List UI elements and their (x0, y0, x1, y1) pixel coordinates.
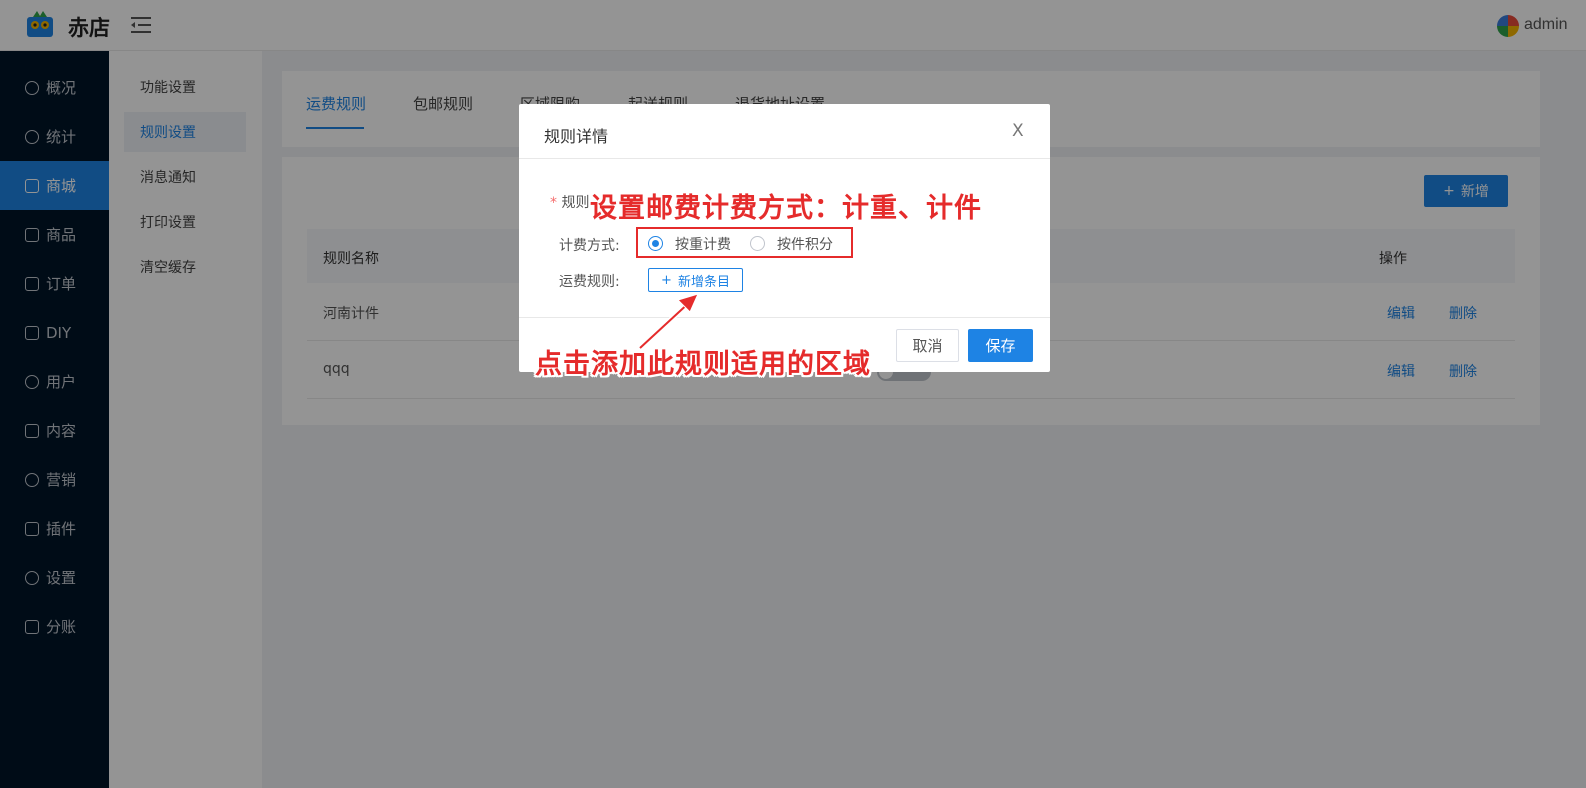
required-mark: * (550, 195, 562, 211)
annotation-billing-text: 设置邮费计费方式：计重、计件 (590, 193, 982, 224)
divider (519, 317, 1050, 318)
add-entry-label: 新增条目 (677, 274, 730, 290)
shipping-rule-label: 运费规则: (559, 274, 620, 290)
rule-name-label: * 规则 (550, 192, 589, 212)
dialog-title: 规则详情 (544, 127, 609, 146)
rule-name-label-text: 规则 (561, 195, 590, 211)
cancel-button[interactable]: 取消 (896, 329, 959, 362)
annotation-region-text: 点击添加此规则适用的区域 (535, 349, 871, 380)
billing-method-label: 计费方式: (559, 238, 620, 254)
annotation-highlight-box (636, 227, 853, 258)
save-button[interactable]: 保存 (968, 329, 1033, 362)
close-icon[interactable]: X (1012, 121, 1024, 141)
plus-icon: + (661, 272, 672, 288)
divider (519, 158, 1050, 159)
